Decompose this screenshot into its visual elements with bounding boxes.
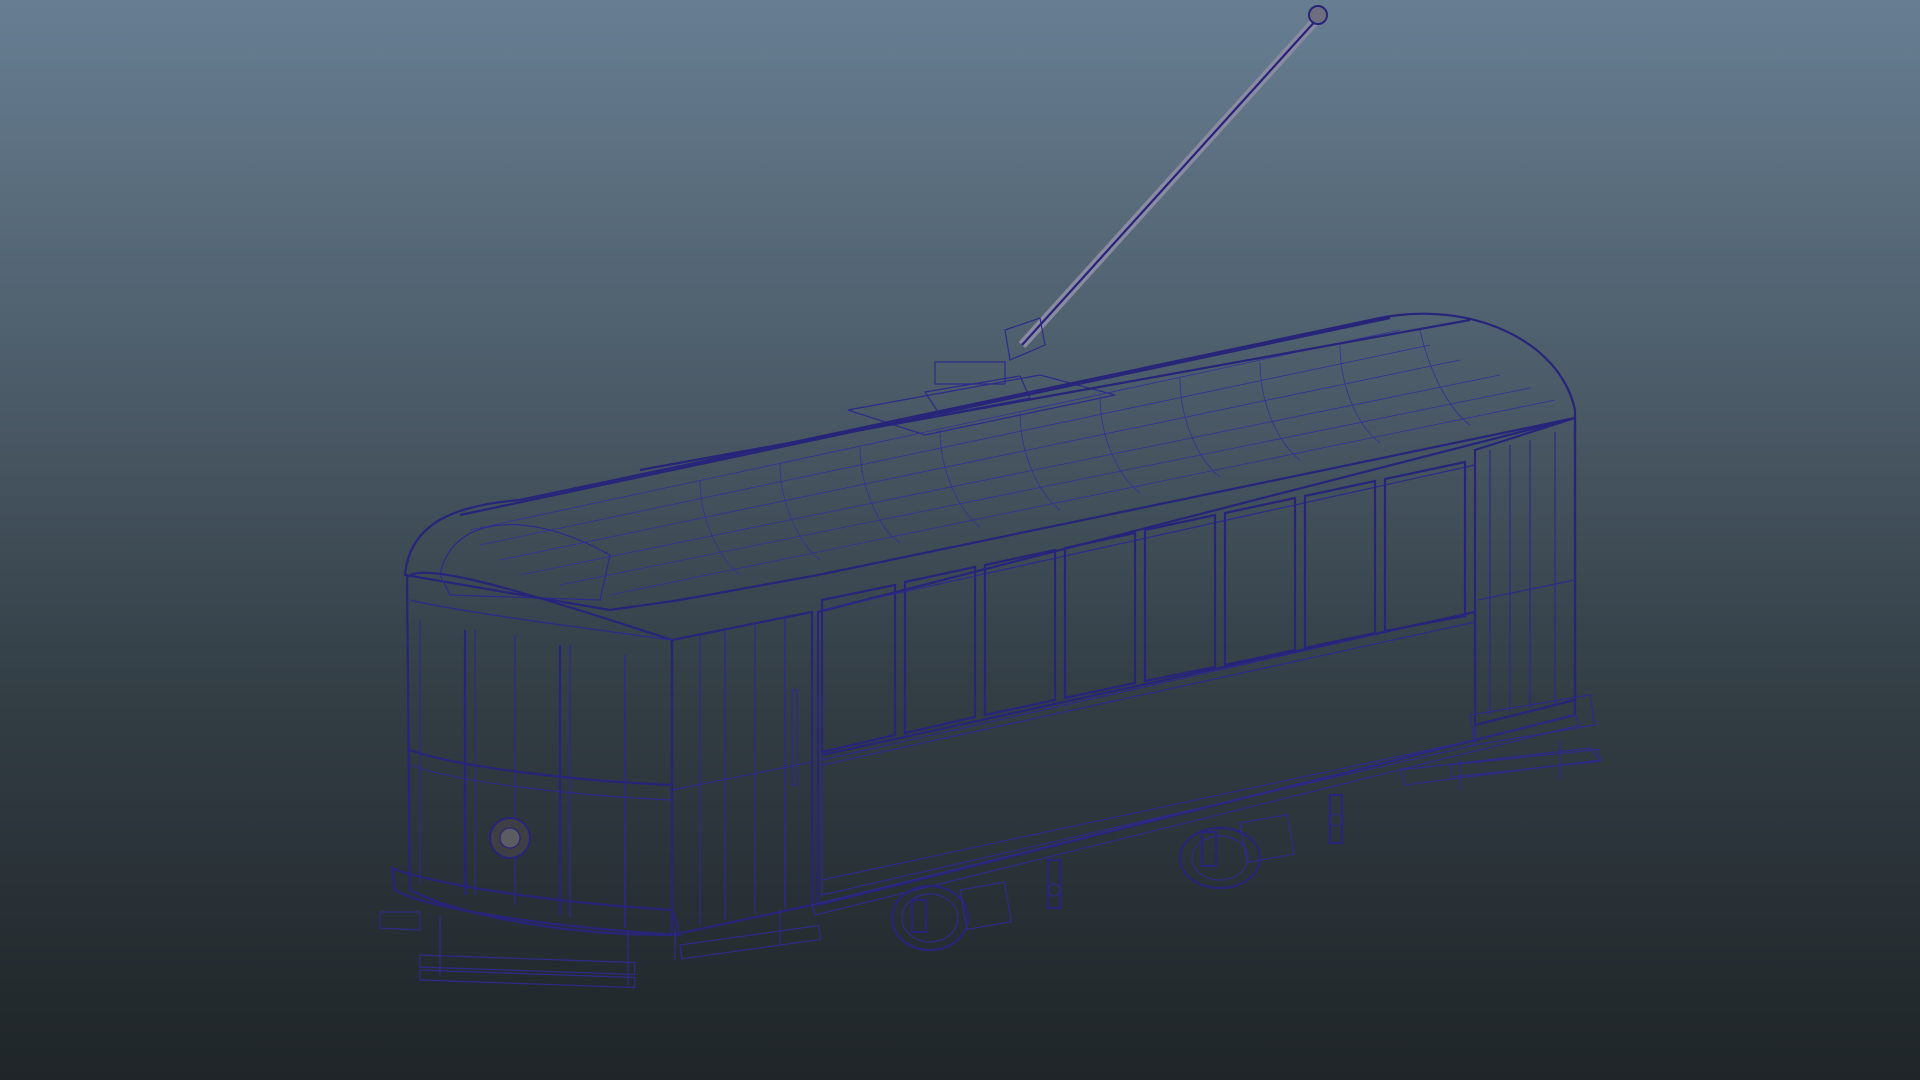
3d-viewport[interactable] xyxy=(0,0,1920,1080)
front-vestibule-side xyxy=(670,610,814,937)
front-face xyxy=(405,571,674,937)
trolley-car-model[interactable] xyxy=(0,0,1920,1080)
trolley-pole[interactable] xyxy=(934,5,1328,385)
rear-vestibule xyxy=(1469,416,1596,746)
roof-mesh-lines xyxy=(699,329,1471,576)
